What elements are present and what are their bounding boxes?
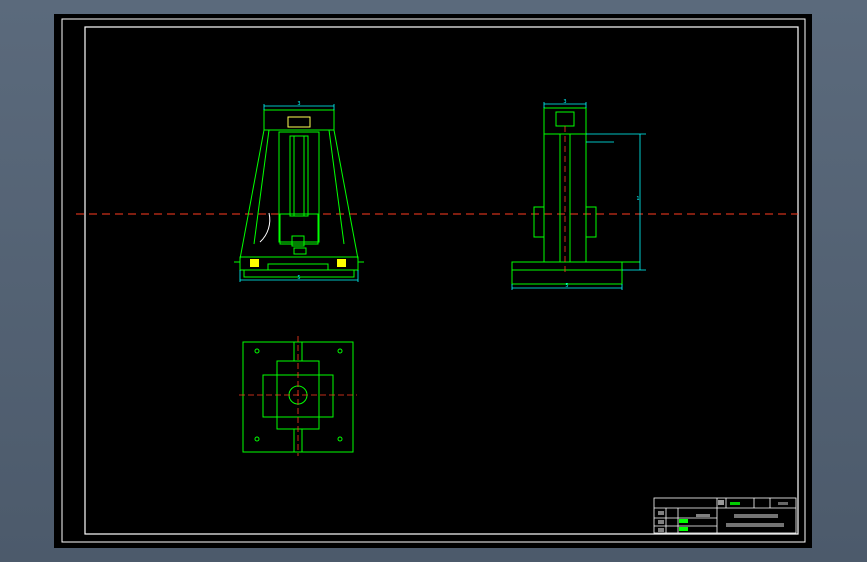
front-view (234, 109, 364, 278)
side-height-dim: 1 (636, 196, 639, 202)
side-bottom-dim: 5 (565, 283, 568, 289)
drawing-viewport[interactable]: 3 5 3 1 5 (54, 14, 812, 548)
top-view-centerlines (239, 336, 357, 456)
front-view-highlights (250, 259, 346, 267)
front-top-dim: 3 (297, 101, 300, 107)
cad-drawing: 3 5 3 1 5 (61, 18, 806, 543)
outer-frame (61, 18, 806, 543)
front-view-dimensions (239, 104, 359, 282)
inner-frame (84, 26, 799, 535)
title-block-marks (658, 500, 788, 532)
front-bottom-dim: 5 (297, 275, 300, 281)
side-top-dim: 3 (563, 99, 566, 105)
